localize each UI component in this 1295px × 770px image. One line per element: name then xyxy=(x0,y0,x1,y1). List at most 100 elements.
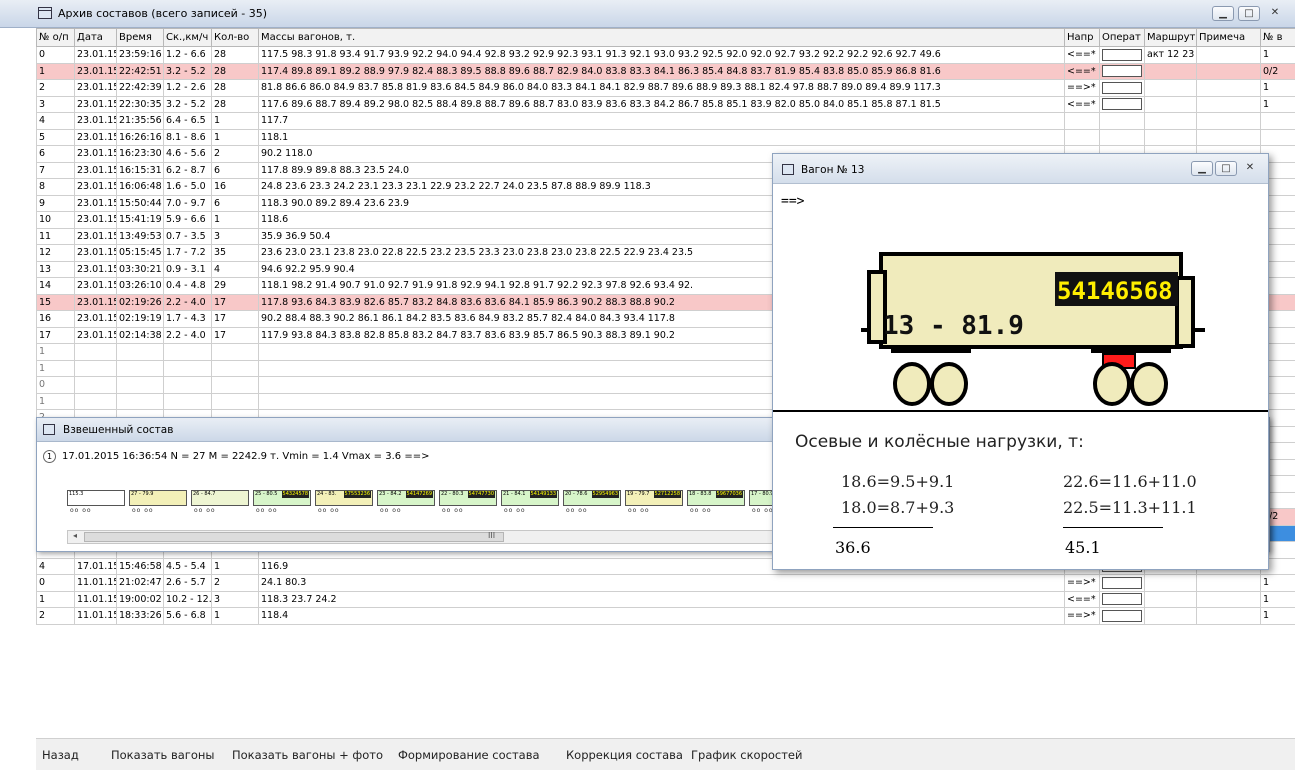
cell-dir: <==* xyxy=(1064,46,1100,64)
column-header[interactable]: № о/п xyxy=(36,28,75,47)
cell-masses: 118.3 23.7 24.2 xyxy=(258,590,1065,608)
cell-date: 23.01.15 xyxy=(74,128,117,146)
wheel-icon: oo oo xyxy=(566,507,588,514)
cell-time: 16:26:16 xyxy=(116,128,164,146)
operator-field[interactable] xyxy=(1102,65,1142,78)
cell-n: 8 xyxy=(36,178,75,196)
cell-date: 17.01.15 xyxy=(74,557,117,575)
cell-speed: 0.9 - 3.1 xyxy=(163,260,212,278)
table-row[interactable]: 0 11.01.15 21:02:47 2.6 - 5.7 2 24.1 80.3 ==>*… xyxy=(36,574,1295,592)
table-row[interactable]: 2 11.01.15 18:33:26 5.6 - 6.8 1 118.4 ==>* 1 xyxy=(36,607,1295,625)
cell-date: 23.01.15 xyxy=(74,244,117,262)
scroll-left-icon[interactable]: ◂ xyxy=(68,531,82,543)
cell-speed: 5.9 - 6.6 xyxy=(163,211,212,229)
cell-op xyxy=(1099,574,1145,592)
back-button[interactable]: Назад xyxy=(42,748,79,762)
cell-time: 13:49:53 xyxy=(116,227,164,245)
cell-note xyxy=(1196,95,1261,113)
table-row[interactable]: 4 23.01.15 21:35:56 6.4 - 6.5 1 117.7 xyxy=(36,112,1295,130)
cell-time: 16:06:48 xyxy=(116,178,164,196)
cell-masses: 117.7 xyxy=(258,112,1065,130)
train-wagon[interactable]: 18 - 83.8 59677036 xyxy=(687,490,745,506)
column-header[interactable]: Примеча xyxy=(1196,28,1261,47)
operator-field[interactable] xyxy=(1102,98,1142,111)
cell-n: 2 xyxy=(36,607,75,625)
weighed-train-summary: 17.01.2015 16:36:54 N = 27 M = 2242.9 т.… xyxy=(62,451,430,462)
cell-speed: 6.4 - 6.5 xyxy=(163,112,212,130)
train-wagon[interactable]: 21 - 84.1 54149133 xyxy=(501,490,559,506)
cell-cnt: 3 xyxy=(211,227,259,245)
operator-field[interactable] xyxy=(1102,576,1142,589)
show-wagons-button[interactable]: Показать вагоны xyxy=(111,748,214,762)
cell-masses: 118.1 xyxy=(258,128,1065,146)
train-wagon[interactable]: 26 - 84.7 xyxy=(191,490,249,506)
column-header[interactable]: Операт xyxy=(1099,28,1145,47)
column-header[interactable]: Маршрут xyxy=(1144,28,1197,47)
show-wagons-photo-button[interactable]: Показать вагоны + фото xyxy=(232,748,383,762)
wheel-icon: oo oo xyxy=(132,507,154,514)
cell-n: 6 xyxy=(36,145,75,163)
operator-field[interactable] xyxy=(1102,609,1142,622)
left-axle-load-2: 18.0=8.7+9.3 xyxy=(841,498,955,517)
column-header[interactable]: Массы вагонов, т. xyxy=(258,28,1065,47)
table-row[interactable]: 2 23.01.15 22:42:39 1.2 - 2.6 28 81.8 86.6 86… xyxy=(36,79,1295,97)
form-train-button[interactable]: Формирование состава xyxy=(398,748,540,762)
table-row[interactable]: 3 23.01.15 22:30:35 3.2 - 5.2 28 117.6 89.6 8… xyxy=(36,95,1295,113)
cell-time: 19:00:02 xyxy=(116,590,164,608)
train-wagon[interactable]: 22 - 80.3 54747730 xyxy=(439,490,497,506)
train-wagon[interactable]: 23 - 84.2 54147269 xyxy=(377,490,435,506)
train-wagon-label: 17 - 80.9 xyxy=(751,491,774,497)
speed-chart-button[interactable]: График скоростей xyxy=(691,748,802,762)
cell-speed: 3.2 - 5.2 xyxy=(163,95,212,113)
cell-nv: 1 xyxy=(1260,607,1295,625)
wagon-rear-cab xyxy=(1175,276,1195,348)
wheel-icon xyxy=(893,362,931,406)
wagon-window[interactable]: Вагон № 13 ▁ □ ✕ ==> 54146568 13 - 81.9 … xyxy=(772,153,1269,570)
operator-field[interactable] xyxy=(1102,48,1142,61)
column-header[interactable]: № в xyxy=(1260,28,1295,47)
train-strip[interactable]: 115.3 oo oo 27 - 79.9 oo oo 26 - 84.7 oo oo 25… xyxy=(67,490,807,520)
column-header[interactable]: Время xyxy=(116,28,164,47)
train-wagon[interactable]: 27 - 79.9 xyxy=(129,490,187,506)
train-wagon[interactable]: 115.3 xyxy=(67,490,125,506)
table-row[interactable]: 111.01.1519:00:0210.2 - 12.53118.3 23.7 … xyxy=(36,590,1295,608)
horizontal-scrollbar[interactable]: ◂ III xyxy=(67,530,807,544)
column-header[interactable]: Дата xyxy=(74,28,117,47)
cell-speed: 2.2 - 4.0 xyxy=(163,293,212,311)
train-wagon-label: 24 - 83. xyxy=(317,491,337,497)
cell-n: 13 xyxy=(36,260,75,278)
cell-cnt: 28 xyxy=(211,62,259,80)
train-wagon-label: 25 - 80.5 xyxy=(255,491,278,497)
train-wagon[interactable]: 19 - 79.7 52712258 xyxy=(625,490,683,506)
close-button[interactable]: ✕ xyxy=(1264,6,1286,21)
cell-time: 22:42:51 xyxy=(116,62,164,80)
operator-field[interactable] xyxy=(1102,593,1142,606)
cell-time: 15:46:58 xyxy=(116,557,164,575)
table-row[interactable]: 1 23.01.15 22:42:51 3.2 - 5.2 28 117.4 89.8 8… xyxy=(36,62,1295,80)
correct-train-button[interactable]: Коррекция состава xyxy=(566,748,683,762)
cell-route xyxy=(1144,95,1197,113)
cell-dir: <==* xyxy=(1064,95,1100,113)
minimize-button[interactable]: ▁ xyxy=(1212,6,1234,21)
main-title-bar: Архив составов (всего записей - 35) ▁ □ … xyxy=(0,0,1295,28)
grid-header: № о/п Дата Время Ск.,км/ч Кол-во Массы вагоно… xyxy=(36,28,1295,47)
column-header[interactable]: Кол-во xyxy=(211,28,259,47)
cell-n: 10 xyxy=(36,211,75,229)
table-row[interactable]: 0 23.01.15 23:59:16 1.2 - 6.6 28 117.5 98.3 9… xyxy=(36,46,1295,64)
operator-field[interactable] xyxy=(1102,81,1142,94)
column-header[interactable]: Напр xyxy=(1064,28,1100,47)
cell-speed: 1.2 - 2.6 xyxy=(163,79,212,97)
wagon-mass-label: 13 - 81.9 xyxy=(883,311,1024,341)
scroll-thumb[interactable] xyxy=(84,532,504,542)
table-row[interactable]: 5 23.01.15 16:26:16 8.1 - 8.6 1 118.1 xyxy=(36,128,1295,146)
train-wagon[interactable]: 24 - 83. 57553236 xyxy=(315,490,373,506)
weighed-train-info: 1 17.01.2015 16:36:54 N = 27 M = 2242.9 т… xyxy=(43,450,429,463)
maximize-button[interactable]: □ xyxy=(1238,6,1260,21)
cell-time: 02:14:38 xyxy=(116,326,164,344)
cell-date: 23.01.15 xyxy=(74,46,117,64)
cell-n: 16 xyxy=(36,310,75,328)
column-header[interactable]: Ск.,км/ч xyxy=(163,28,212,47)
cell-date: 23.01.15 xyxy=(74,293,117,311)
train-wagon[interactable]: 20 - 78.6 52954963 xyxy=(563,490,621,506)
train-wagon[interactable]: 25 - 80.5 54324578 xyxy=(253,490,311,506)
